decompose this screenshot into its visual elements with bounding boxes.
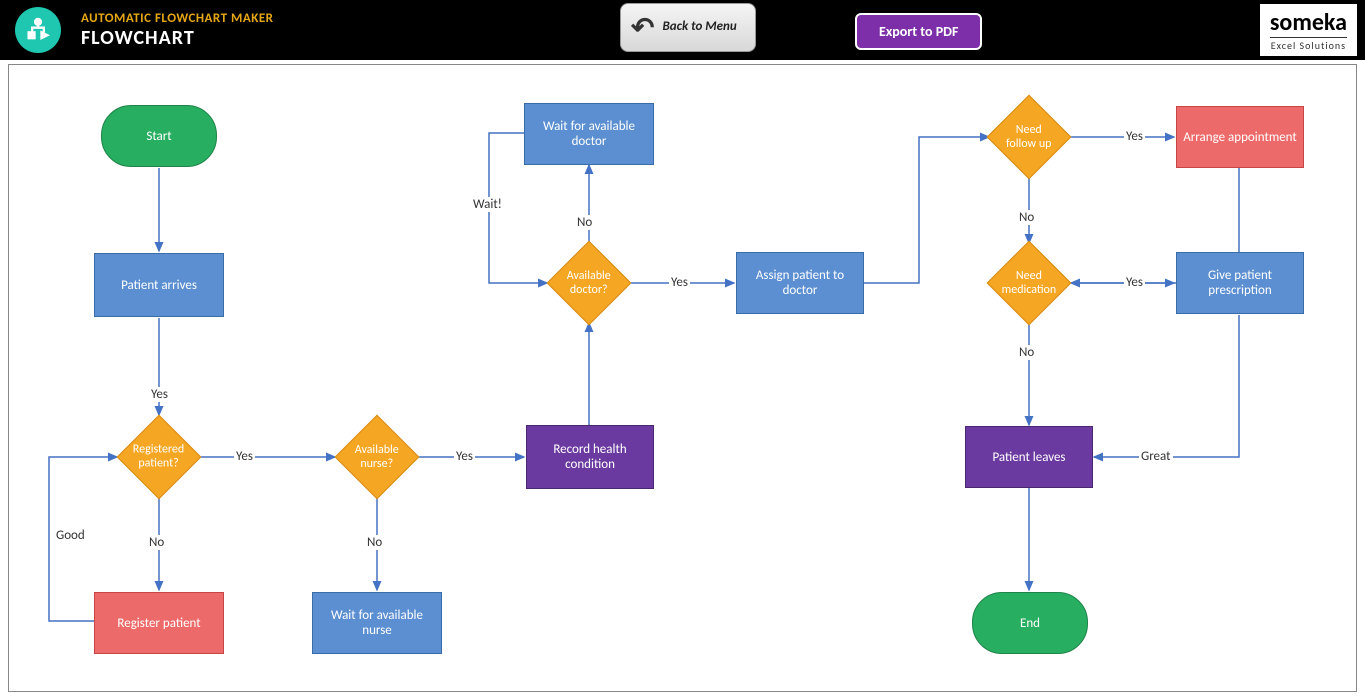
node-need-medication[interactable]: Need medication (987, 241, 1072, 326)
edge-label: Yes (1124, 129, 1145, 144)
edge-label: Yes (454, 449, 475, 464)
node-assign-patient[interactable]: Assign patient to doctor (736, 252, 864, 314)
edge-label: No (1017, 210, 1036, 225)
node-patient-arrives[interactable]: Patient arrives (94, 253, 224, 317)
app-logo-icon (15, 7, 61, 53)
node-register-patient[interactable]: Register patient (94, 592, 224, 654)
edge-label: Yes (1124, 275, 1145, 290)
edge-label: Yes (669, 275, 690, 290)
node-give-prescription[interactable]: Give patient prescription (1176, 252, 1304, 314)
edge-label: No (147, 535, 166, 550)
export-pdf-button[interactable]: Export to PDF (855, 13, 982, 50)
node-wait-doctor[interactable]: Wait for available doctor (524, 103, 654, 165)
app-header: AUTOMATIC FLOWCHART MAKER FLOWCHART ↶ Ba… (0, 0, 1365, 60)
node-arrange-appointment[interactable]: Arrange appointment (1176, 106, 1304, 168)
app-subtitle: AUTOMATIC FLOWCHART MAKER (81, 11, 274, 26)
brand-subtitle: Excel Solutions (1270, 37, 1347, 52)
brand-name: someka (1270, 8, 1347, 37)
edge-label: No (365, 535, 384, 550)
node-available-nurse[interactable]: Available nurse? (335, 415, 420, 500)
back-arrow-icon: ↶ (631, 10, 654, 45)
edge-label: Yes (234, 449, 255, 464)
edge-label: No (575, 215, 594, 230)
back-button-label: Back to Menu (662, 20, 736, 34)
flowchart-canvas: Start Patient arrives Registered patient… (8, 64, 1357, 692)
node-wait-nurse[interactable]: Wait for available nurse (312, 592, 442, 654)
edge-label: Wait! (471, 197, 504, 212)
node-end[interactable]: End (972, 592, 1088, 654)
node-available-doctor[interactable]: Available doctor? (547, 241, 632, 326)
brand-badge: someka Excel Solutions (1260, 4, 1357, 56)
edge-label: Yes (149, 387, 170, 402)
node-registered-patient[interactable]: Registered patient? (117, 415, 202, 500)
edge-label: Great (1139, 449, 1173, 464)
node-patient-leaves[interactable]: Patient leaves (965, 426, 1093, 488)
edge-label: Good (54, 528, 87, 543)
edge-label: No (1017, 345, 1036, 360)
node-need-followup[interactable]: Need follow up (987, 95, 1072, 180)
app-title: FLOWCHART (81, 26, 274, 50)
back-to-menu-button[interactable]: ↶ Back to Menu (620, 3, 756, 52)
node-record-health[interactable]: Record health condition (526, 425, 654, 489)
node-start[interactable]: Start (101, 105, 217, 167)
